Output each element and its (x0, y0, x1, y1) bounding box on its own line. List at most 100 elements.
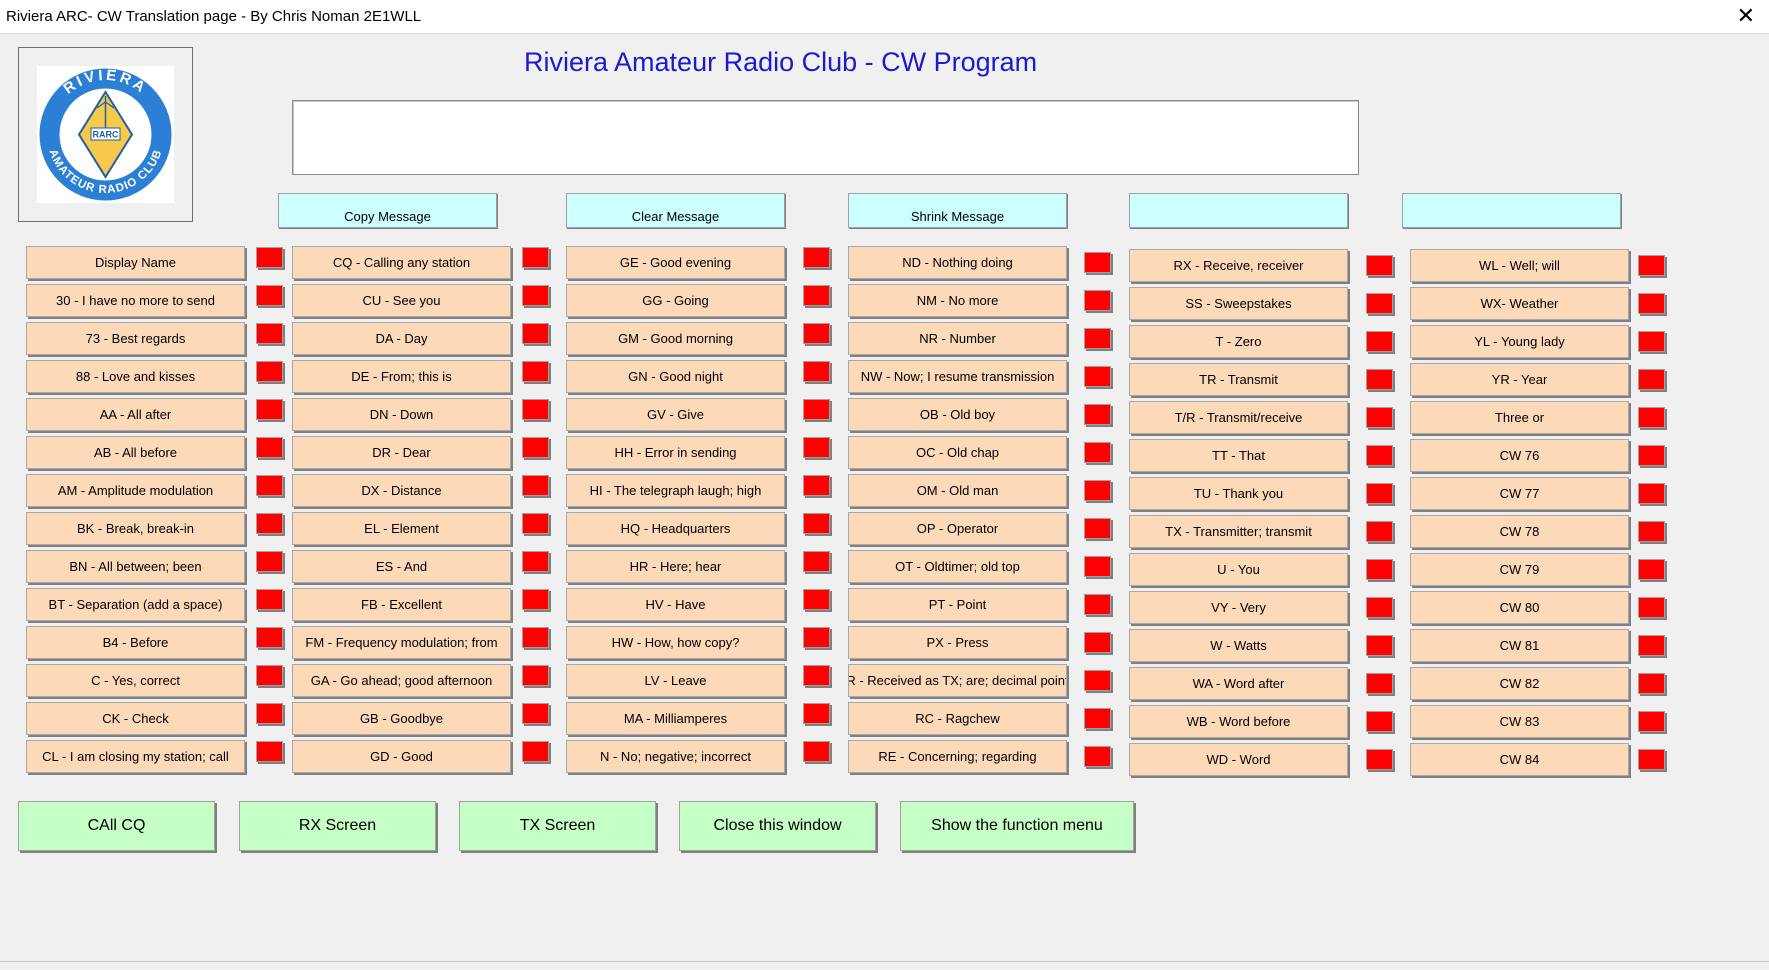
close-window-button[interactable]: Close this window (679, 801, 876, 851)
red-indicator-button[interactable] (1366, 749, 1393, 770)
cw-phrase-button[interactable]: W - Watts (1129, 629, 1348, 662)
cw-phrase-button[interactable]: GN - Good night (566, 360, 785, 393)
red-indicator-button[interactable] (1366, 445, 1393, 466)
cw-phrase-button[interactable]: DX - Distance (292, 474, 511, 507)
cw-phrase-button[interactable]: CW 79 (1410, 553, 1629, 586)
cw-phrase-button[interactable]: DR - Dear (292, 436, 511, 469)
red-indicator-button[interactable] (256, 589, 283, 610)
cw-phrase-button[interactable]: RE - Concerning; regarding (848, 740, 1067, 773)
cw-phrase-button[interactable]: CW 76 (1410, 439, 1629, 472)
red-indicator-button[interactable] (803, 513, 830, 534)
cw-phrase-button[interactable]: TU - Thank you (1129, 477, 1348, 510)
red-indicator-button[interactable] (1638, 597, 1665, 618)
red-indicator-button[interactable] (522, 741, 549, 762)
red-indicator-button[interactable] (1638, 559, 1665, 580)
cw-phrase-button[interactable]: R - Received as TX; are; decimal point (848, 664, 1067, 697)
red-indicator-button[interactable] (803, 589, 830, 610)
red-indicator-button[interactable] (1084, 480, 1111, 501)
cw-phrase-button[interactable]: PT - Point (848, 588, 1067, 621)
cw-phrase-button[interactable]: GV - Give (566, 398, 785, 431)
red-indicator-button[interactable] (1638, 711, 1665, 732)
cw-phrase-button[interactable]: FB - Excellent (292, 588, 511, 621)
close-icon[interactable]: ✕ (1737, 4, 1755, 28)
cw-phrase-button[interactable]: GG - Going (566, 284, 785, 317)
red-indicator-button[interactable] (1084, 328, 1111, 349)
red-indicator-button[interactable] (522, 247, 549, 268)
cw-phrase-button[interactable]: Three or (1410, 401, 1629, 434)
red-indicator-button[interactable] (522, 437, 549, 458)
red-indicator-button[interactable] (803, 475, 830, 496)
cw-phrase-button[interactable]: U - You (1129, 553, 1348, 586)
cw-phrase-button[interactable]: ES - And (292, 550, 511, 583)
red-indicator-button[interactable] (522, 475, 549, 496)
cw-phrase-button[interactable]: AM - Amplitude modulation (26, 474, 245, 507)
red-indicator-button[interactable] (1638, 255, 1665, 276)
red-indicator-button[interactable] (1638, 331, 1665, 352)
red-indicator-button[interactable] (522, 551, 549, 572)
red-indicator-button[interactable] (803, 627, 830, 648)
cw-phrase-button[interactable]: HW - How, how copy? (566, 626, 785, 659)
red-indicator-button[interactable] (803, 247, 830, 268)
red-indicator-button[interactable] (803, 285, 830, 306)
cw-phrase-button[interactable]: VY - Very (1129, 591, 1348, 624)
red-indicator-button[interactable] (1084, 708, 1111, 729)
cw-phrase-button[interactable]: OM - Old man (848, 474, 1067, 507)
red-indicator-button[interactable] (1366, 559, 1393, 580)
cw-phrase-button[interactable]: DE - From; this is (292, 360, 511, 393)
cw-phrase-button[interactable]: ND - Nothing doing (848, 246, 1067, 279)
cw-phrase-button[interactable]: GM - Good morning (566, 322, 785, 355)
red-indicator-button[interactable] (803, 703, 830, 724)
cw-phrase-button[interactable]: EL - Element (292, 512, 511, 545)
red-indicator-button[interactable] (1366, 331, 1393, 352)
cw-phrase-button[interactable]: 73 - Best regards (26, 322, 245, 355)
red-indicator-button[interactable] (256, 285, 283, 306)
cw-phrase-button[interactable]: WL - Well; will (1410, 249, 1629, 282)
cw-phrase-button[interactable]: HI - The telegraph laugh; high (566, 474, 785, 507)
cw-phrase-button[interactable]: TT - That (1129, 439, 1348, 472)
red-indicator-button[interactable] (1084, 252, 1111, 273)
red-indicator-button[interactable] (256, 323, 283, 344)
blank-button-1[interactable] (1129, 193, 1348, 228)
red-indicator-button[interactable] (1084, 404, 1111, 425)
red-indicator-button[interactable] (1366, 597, 1393, 618)
red-indicator-button[interactable] (803, 361, 830, 382)
cw-phrase-button[interactable]: N - No; negative; incorrect (566, 740, 785, 773)
red-indicator-button[interactable] (1084, 556, 1111, 577)
red-indicator-button[interactable] (1638, 369, 1665, 390)
cw-phrase-button[interactable]: B4 - Before (26, 626, 245, 659)
red-indicator-button[interactable] (522, 361, 549, 382)
cw-phrase-button[interactable]: NM - No more (848, 284, 1067, 317)
cw-phrase-button[interactable]: CU - See you (292, 284, 511, 317)
red-indicator-button[interactable] (256, 361, 283, 382)
red-indicator-button[interactable] (1638, 483, 1665, 504)
cw-phrase-button[interactable]: PX - Press (848, 626, 1067, 659)
red-indicator-button[interactable] (1638, 293, 1665, 314)
red-indicator-button[interactable] (803, 323, 830, 344)
cw-phrase-button[interactable]: WD - Word (1129, 743, 1348, 776)
tx-screen-button[interactable]: TX Screen (459, 801, 656, 851)
red-indicator-button[interactable] (803, 399, 830, 420)
red-indicator-button[interactable] (1084, 366, 1111, 387)
cw-phrase-button[interactable]: 88 - Love and kisses (26, 360, 245, 393)
red-indicator-button[interactable] (1638, 635, 1665, 656)
cw-phrase-button[interactable]: BN - All between; been (26, 550, 245, 583)
cw-phrase-button[interactable]: NW - Now; I resume transmission (848, 360, 1067, 393)
cw-phrase-button[interactable]: NR - Number (848, 322, 1067, 355)
red-indicator-button[interactable] (256, 437, 283, 458)
red-indicator-button[interactable] (256, 475, 283, 496)
red-indicator-button[interactable] (522, 323, 549, 344)
cw-phrase-button[interactable]: C - Yes, correct (26, 664, 245, 697)
red-indicator-button[interactable] (522, 703, 549, 724)
cw-phrase-button[interactable]: GB - Goodbye (292, 702, 511, 735)
red-indicator-button[interactable] (1638, 521, 1665, 542)
cw-phrase-button[interactable]: OB - Old boy (848, 398, 1067, 431)
cw-phrase-button[interactable]: CL - I am closing my station; call (26, 740, 245, 773)
red-indicator-button[interactable] (1366, 293, 1393, 314)
red-indicator-button[interactable] (1084, 670, 1111, 691)
red-indicator-button[interactable] (1084, 632, 1111, 653)
red-indicator-button[interactable] (1084, 290, 1111, 311)
cw-phrase-button[interactable]: T/R - Transmit/receive (1129, 401, 1348, 434)
cw-phrase-button[interactable]: CK - Check (26, 702, 245, 735)
red-indicator-button[interactable] (522, 285, 549, 306)
cw-phrase-button[interactable]: HH - Error in sending (566, 436, 785, 469)
